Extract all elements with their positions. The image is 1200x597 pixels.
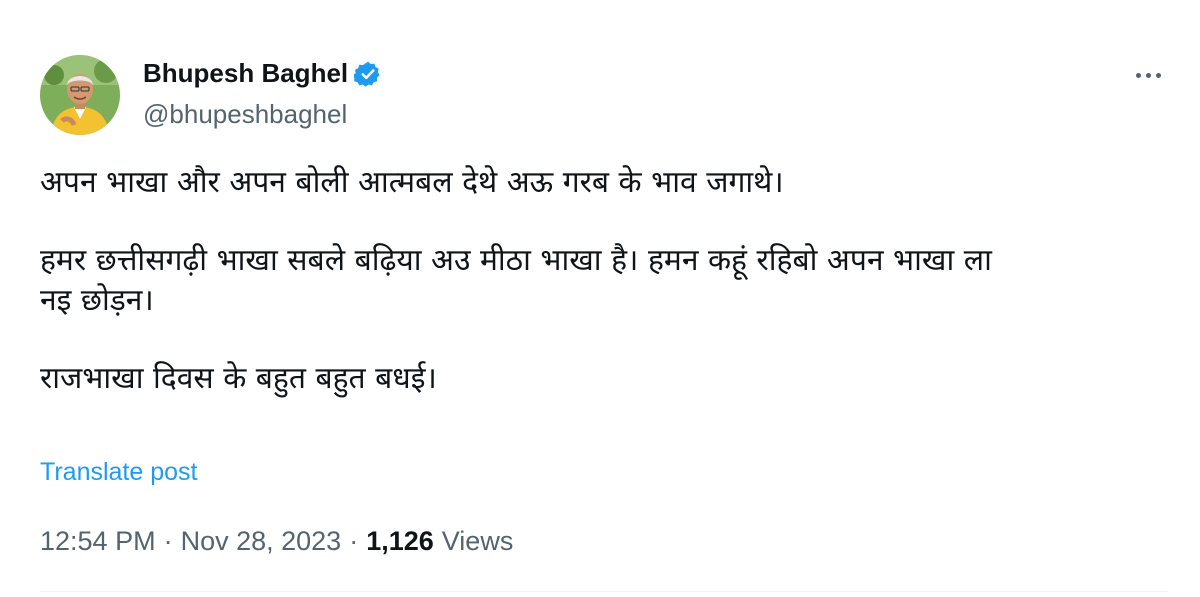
meta-separator: · [349, 526, 359, 556]
author-name-text: Bhupesh Baghel [143, 58, 349, 88]
avatar[interactable] [40, 55, 120, 135]
post-paragraph: राजभाखा दिवस के बहुत बहुत बधई। [40, 361, 437, 396]
verified-badge-icon [351, 60, 382, 88]
post-time[interactable]: 12:54 PM [40, 526, 156, 557]
translate-post-link[interactable]: Translate post [40, 458, 197, 487]
divider [40, 591, 1168, 592]
views-label: Views [441, 526, 514, 556]
post-text: अपन भाखा और अपन बोली आत्मबल देथे अऊ गरब … [40, 163, 1160, 437]
author-handle[interactable]: @bhupeshbaghel [143, 99, 347, 130]
post-card: Bhupesh Baghel @bhupeshbaghel अपन भाखा औ… [0, 0, 1200, 597]
post-meta: 12:54 PM · Nov 28, 2023 · 1,126 Views [40, 526, 513, 557]
post-date[interactable]: Nov 28, 2023 [181, 526, 342, 557]
views-count: 1,126 [366, 526, 434, 556]
author-display-name[interactable]: Bhupesh Baghel [143, 58, 382, 89]
post-paragraph: हमर छत्तीसगढ़ी भाखा सबले बढ़िया अउ मीठा … [40, 243, 992, 318]
post-paragraph: अपन भाखा और अपन बोली आत्मबल देथे अऊ गरब … [40, 165, 784, 200]
more-options-icon[interactable] [1128, 60, 1168, 90]
meta-separator: · [163, 526, 173, 556]
